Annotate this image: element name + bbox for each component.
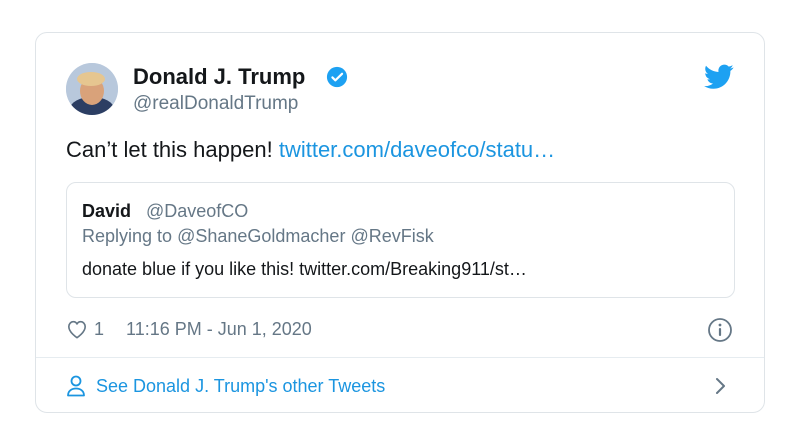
heart-icon[interactable] [66, 319, 88, 339]
tweet-text: Can’t let this happen! twitter.com/daveo… [66, 137, 555, 163]
other-tweets-link[interactable]: See Donald J. Trump's other Tweets [66, 373, 385, 399]
tweet-link[interactable]: twitter.com/daveofco/statu… [279, 137, 555, 162]
info-icon[interactable] [707, 317, 733, 343]
divider [36, 357, 764, 358]
quoted-author-name: David [82, 201, 132, 221]
replying-mention-2[interactable]: @RevFisk [350, 226, 433, 246]
tweet-meta: 1 11:16 PM - Jun 1, 2020 [66, 316, 312, 342]
tweet-body: Can’t let this happen! [66, 137, 273, 162]
verified-badge-icon [326, 66, 348, 88]
author-name[interactable]: Donald J. Trump [133, 64, 305, 90]
avatar[interactable] [66, 63, 118, 115]
author-handle[interactable]: @realDonaldTrump [133, 93, 298, 115]
replying-to-line: Replying to @ShaneGoldmacher @RevFisk [82, 226, 434, 247]
embedded-tweet-card: Donald J. Trump @realDonaldTrump Can’t l… [35, 32, 765, 413]
quoted-tweet-text: donate blue if you like this! twitter.co… [82, 259, 527, 279]
timestamp[interactable]: 11:16 PM - Jun 1, 2020 [126, 319, 312, 340]
twitter-bird-icon[interactable] [704, 64, 734, 90]
avatar-image [66, 63, 118, 115]
replying-mention-1[interactable]: @ShaneGoldmacher [177, 226, 345, 246]
chevron-right-icon[interactable] [714, 377, 728, 395]
other-tweets-label: See Donald J. Trump's other Tweets [96, 375, 386, 396]
person-icon [67, 375, 85, 397]
like-count[interactable]: 1 [94, 319, 104, 340]
quoted-author-handle: @DaveofCO [146, 201, 249, 221]
quoted-tweet[interactable]: David @DaveofCO Replying to @ShaneGoldma… [66, 182, 735, 298]
replying-prefix: Replying to [82, 226, 173, 246]
